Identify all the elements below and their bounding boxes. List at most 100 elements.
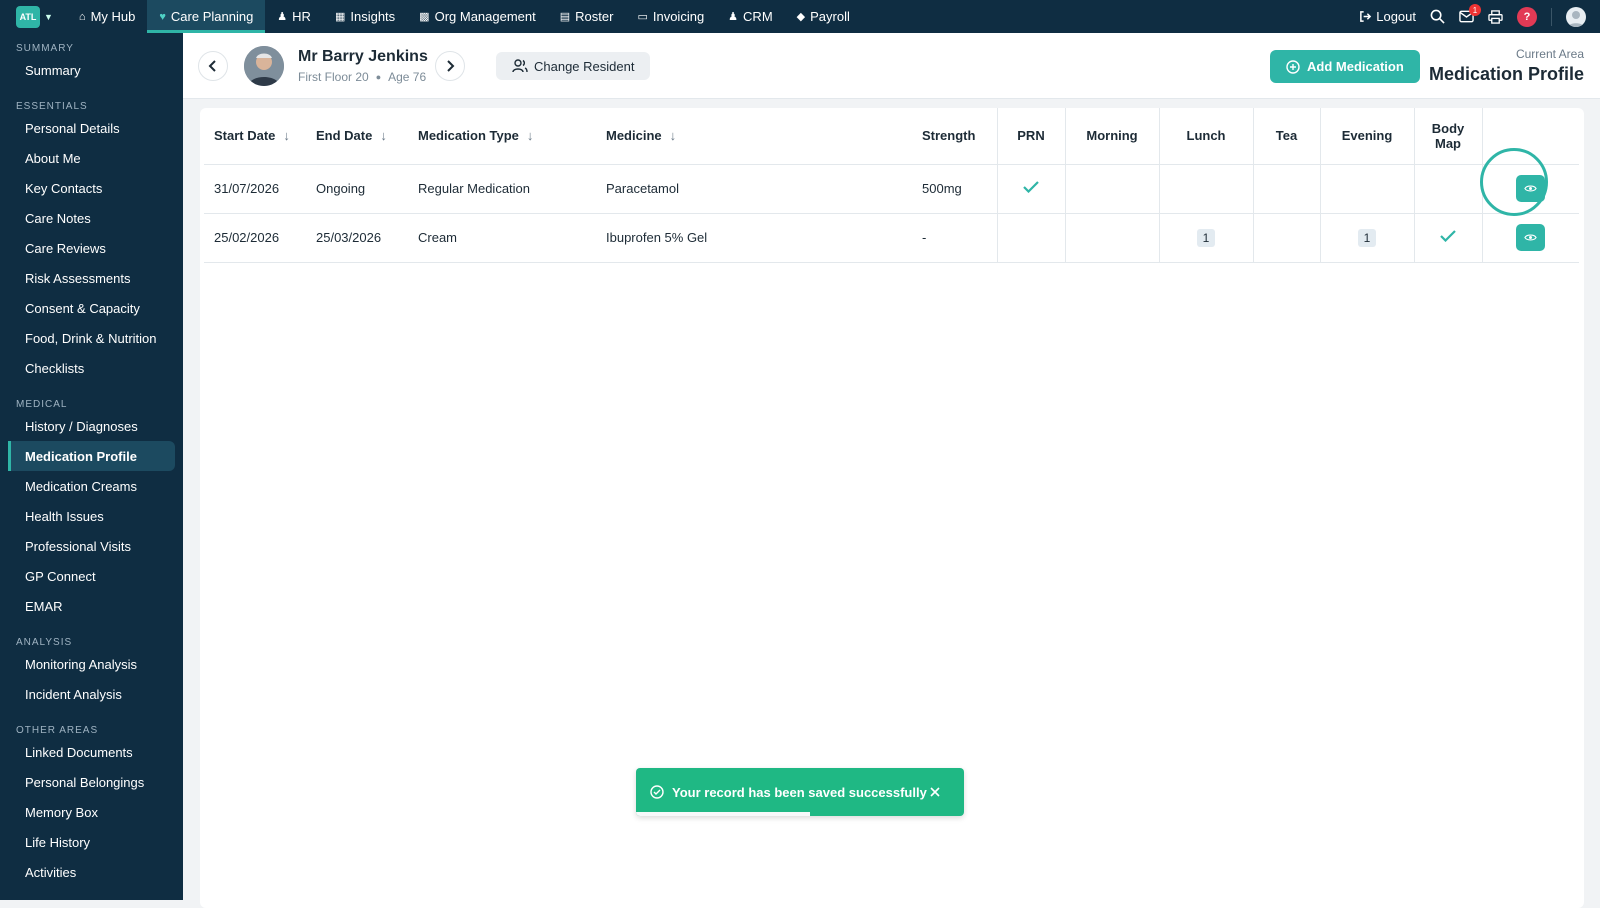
- user-icon: ♟: [728, 11, 739, 23]
- nav-hr[interactable]: ♟ HR: [265, 0, 323, 33]
- nav-invoicing[interactable]: ▭ Invoicing: [625, 0, 716, 33]
- nav-payroll[interactable]: ◆ Payroll: [785, 0, 862, 33]
- logout-button[interactable]: Logout: [1359, 9, 1416, 24]
- sort-arrow-icon[interactable]: ↓: [380, 128, 387, 143]
- cell-medicine: Paracetamol: [596, 164, 912, 214]
- tag-icon: ◆: [796, 11, 806, 23]
- column-header-medicine[interactable]: Medicine ↓: [596, 108, 912, 165]
- sidebar-item-monitoring-analysis[interactable]: Monitoring Analysis: [0, 649, 175, 679]
- sort-arrow-icon[interactable]: ↓: [283, 128, 290, 143]
- change-resident-label: Change Resident: [534, 58, 635, 74]
- sidebar-item-incident-analysis[interactable]: Incident Analysis: [0, 679, 175, 709]
- sidebar-item-personal-details[interactable]: Personal Details: [0, 113, 175, 143]
- sidebar-item-personal-belongings[interactable]: Personal Belongings: [0, 767, 175, 797]
- heart-icon: ♥: [159, 10, 166, 23]
- sidebar-item-care-notes[interactable]: Care Notes: [0, 203, 175, 233]
- nav-org-management[interactable]: ▩ Org Management: [407, 0, 548, 33]
- cell-medicine: Ibuprofen 5% Gel: [596, 213, 912, 263]
- cell-body-map: [1413, 213, 1482, 263]
- nav-care-planning[interactable]: ♥ Care Planning: [147, 0, 266, 33]
- sidebar-section-title: OTHER AREAS: [16, 724, 99, 736]
- success-toast: Your record has been saved successfully: [636, 768, 964, 816]
- resident-header: Mr Barry Jenkins First Floor 20 ● Age 76…: [183, 33, 1600, 99]
- previous-resident-button[interactable]: [198, 51, 228, 81]
- sidebar-item-about-me[interactable]: About Me: [0, 143, 175, 173]
- plus-circle-icon: [1286, 59, 1300, 74]
- cell-strength: 500mg: [912, 164, 997, 214]
- cell-prn: [996, 164, 1065, 214]
- sidebar-section-title: ANALYSIS: [16, 636, 73, 648]
- change-resident-button[interactable]: Change Resident: [496, 52, 651, 80]
- column-header-lunch: Lunch: [1158, 108, 1253, 165]
- table-row[interactable]: 31/07/2026 Ongoing Regular Medication Pa…: [204, 164, 1579, 214]
- sidebar-item-risk-assessments[interactable]: Risk Assessments: [0, 263, 175, 293]
- sidebar: SUMMARY Summary ESSENTIALS Personal Deta…: [0, 33, 183, 900]
- column-header-actions: [1481, 108, 1579, 165]
- sidebar-item-emar[interactable]: EMAR: [0, 591, 175, 621]
- sidebar-item-health-issues[interactable]: Health Issues: [0, 501, 175, 531]
- close-toast-button[interactable]: [930, 785, 948, 800]
- sidebar-item-activities[interactable]: Activities: [0, 857, 175, 887]
- next-resident-button[interactable]: [435, 51, 465, 81]
- cell-prn: [996, 213, 1065, 263]
- calendar-icon: ▤: [559, 11, 571, 23]
- dose-count-badge: 1: [1196, 228, 1216, 247]
- add-medication-button[interactable]: Add Medication: [1270, 50, 1420, 83]
- chart-icon: ▦: [334, 11, 346, 23]
- column-header-medication-type[interactable]: Medication Type ↓: [408, 108, 596, 165]
- file-icon: ▭: [637, 11, 648, 23]
- sidebar-item-professional-visits[interactable]: Professional Visits: [0, 531, 175, 561]
- sidebar-section-title: MEDICAL: [16, 398, 68, 410]
- sort-arrow-icon[interactable]: ↓: [527, 128, 534, 143]
- separator-dot: ●: [375, 72, 382, 82]
- sidebar-item-checklists[interactable]: Checklists: [0, 353, 175, 383]
- sidebar-item-summary[interactable]: Summary: [0, 55, 175, 85]
- nav-label: Roster: [575, 9, 614, 24]
- cell-morning: [1064, 213, 1159, 263]
- cell-end-date: Ongoing: [306, 164, 408, 214]
- messages-button[interactable]: 1: [1459, 4, 1481, 23]
- toast-progress-bar: [636, 812, 810, 816]
- sidebar-item-linked-documents[interactable]: Linked Documents: [0, 737, 175, 767]
- org-switcher[interactable]: ATL ▼: [16, 5, 53, 28]
- nav-label: Insights: [350, 9, 396, 24]
- user-menu[interactable]: [1566, 6, 1586, 27]
- sidebar-item-gp-connect[interactable]: GP Connect: [0, 561, 175, 591]
- sidebar-item-key-contacts[interactable]: Key Contacts: [0, 173, 175, 203]
- print-button[interactable]: [1488, 9, 1503, 24]
- nav-crm[interactable]: ♟ CRM: [716, 0, 784, 33]
- sidebar-item-medication-creams[interactable]: Medication Creams: [0, 471, 175, 501]
- column-header-end-date[interactable]: End Date ↓: [306, 108, 408, 165]
- nav-my-hub[interactable]: ⌂ My Hub: [67, 0, 147, 33]
- column-label: Medication Type: [418, 128, 519, 144]
- search-button[interactable]: [1430, 9, 1445, 24]
- cell-actions: [1481, 213, 1579, 263]
- chevron-down-icon: ▼: [44, 11, 53, 22]
- help-button[interactable]: ?: [1517, 6, 1537, 27]
- nav-roster[interactable]: ▤ Roster: [548, 0, 626, 33]
- nav-label: Payroll: [810, 9, 850, 24]
- sidebar-item-consent-capacity[interactable]: Consent & Capacity: [0, 293, 175, 323]
- eye-icon: [1524, 185, 1537, 192]
- help-icon: ?: [1517, 6, 1537, 27]
- sidebar-item-life-history[interactable]: Life History: [0, 827, 175, 857]
- column-label: End Date: [316, 128, 373, 144]
- nav-insights[interactable]: ▦ Insights: [323, 0, 407, 33]
- sidebar-item-history-diagnoses[interactable]: History / Diagnoses: [0, 411, 175, 441]
- current-area: Current Area Medication Profile: [1429, 47, 1584, 85]
- sidebar-item-memory-box[interactable]: Memory Box: [0, 797, 175, 827]
- add-medication-label: Add Medication: [1307, 59, 1404, 74]
- sidebar-item-food-drink-nutrition[interactable]: Food, Drink & Nutrition: [0, 323, 175, 353]
- table-row[interactable]: 25/02/2026 25/03/2026 Cream Ibuprofen 5%…: [204, 213, 1579, 263]
- sidebar-item-care-reviews[interactable]: Care Reviews: [0, 233, 175, 263]
- column-header-start-date[interactable]: Start Date ↓: [204, 108, 306, 165]
- logout-icon: [1360, 11, 1372, 22]
- view-button[interactable]: [1516, 175, 1546, 202]
- cell-lunch: [1158, 164, 1253, 214]
- building-icon: ▩: [419, 11, 430, 23]
- sidebar-item-medication-profile[interactable]: Medication Profile: [8, 441, 175, 471]
- sort-arrow-icon[interactable]: ↓: [670, 128, 677, 143]
- view-button[interactable]: [1516, 224, 1546, 251]
- resident-name: Mr Barry Jenkins: [298, 48, 428, 65]
- nav-label: CRM: [743, 9, 773, 24]
